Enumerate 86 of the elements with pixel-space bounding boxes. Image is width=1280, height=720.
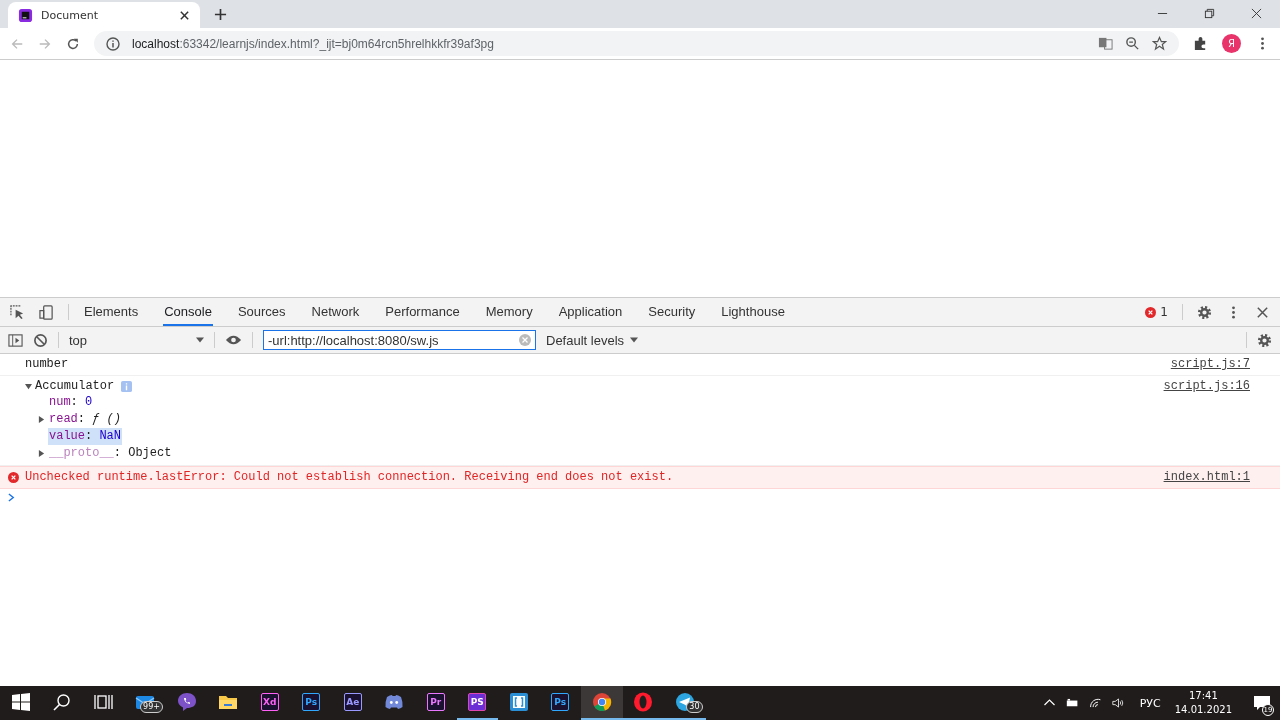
- tab-title: Document: [41, 8, 99, 22]
- levels-dropdown[interactable]: Default levels: [546, 332, 639, 348]
- bracket-icon: [508, 692, 529, 712]
- disclosure-triangle-icon[interactable]: [38, 450, 45, 457]
- clear-icon[interactable]: [33, 332, 48, 348]
- devtools-tab[interactable]: Network: [310, 298, 361, 326]
- object-property[interactable]: read: ƒ (): [48, 411, 123, 428]
- devtools-tab[interactable]: Sources: [236, 298, 287, 326]
- filter-field[interactable]: -url:http://localhost:8080/sw.js: [263, 330, 536, 350]
- devtools-tab[interactable]: Lighthouse: [720, 298, 786, 326]
- app-logo: Ps: [302, 693, 321, 711]
- settings-icon[interactable]: [1197, 304, 1212, 320]
- close-icon[interactable]: [1255, 304, 1270, 320]
- new-tab-icon[interactable]: [214, 8, 227, 21]
- taskbar-button[interactable]: Ps: [539, 686, 581, 720]
- sidebar-icon[interactable]: [8, 332, 23, 348]
- prompt-icon[interactable]: [8, 493, 15, 502]
- object-property[interactable]: num: 0: [48, 394, 94, 411]
- clear-input-icon[interactable]: [518, 333, 532, 347]
- task-view-icon: [93, 692, 114, 712]
- devtools-tab[interactable]: Security: [647, 298, 697, 326]
- close-icon[interactable]: [179, 9, 190, 21]
- info-badge-icon: [121, 381, 133, 392]
- taskbar-button[interactable]: Ae: [332, 686, 374, 720]
- app-logo: PS: [468, 693, 487, 711]
- taskbar-button[interactable]: PS: [456, 686, 498, 720]
- battery-icon[interactable]: [1065, 697, 1079, 709]
- phone-bubble-icon: [176, 692, 197, 712]
- wifi-icon[interactable]: [1088, 697, 1102, 709]
- source-link[interactable]: script.js:7: [1170, 357, 1250, 372]
- settings-icon[interactable]: [1257, 332, 1272, 348]
- taskbar-button[interactable]: [581, 686, 623, 720]
- chrome-logo-icon: [591, 692, 612, 712]
- devtools-tab[interactable]: Application: [557, 298, 624, 326]
- disclosure-triangle-icon[interactable]: [25, 383, 32, 390]
- app-icon: [18, 7, 33, 23]
- close-icon[interactable]: [1251, 8, 1262, 19]
- browser-tab[interactable]: Document: [8, 2, 200, 28]
- app-logo: Xd: [260, 693, 279, 711]
- taskbar-button[interactable]: Xd: [249, 686, 291, 720]
- language-indicator[interactable]: РУС: [1139, 696, 1161, 710]
- zoom-out-icon[interactable]: [1125, 36, 1140, 51]
- app-logo: Ps: [551, 693, 570, 711]
- reload-icon[interactable]: [66, 36, 80, 51]
- windows-logo-icon: [10, 692, 31, 712]
- count-badge: 99+: [140, 701, 163, 713]
- devtools-tab[interactable]: Memory: [484, 298, 534, 326]
- puzzle-icon[interactable]: [1193, 36, 1208, 51]
- star-icon[interactable]: [1152, 36, 1167, 51]
- error-count[interactable]: 1: [1145, 305, 1168, 319]
- translate-icon[interactable]: [1098, 36, 1113, 51]
- error-message: Unchecked runtime.lastError: Could not establish connection. Receiving end does not exist.: [25, 470, 675, 485]
- profile-avatar[interactable]: Я: [1222, 34, 1241, 53]
- error-icon: [1145, 306, 1157, 318]
- taskbar-button[interactable]: 99+: [124, 686, 166, 720]
- ring-logo-icon: [633, 692, 654, 712]
- search-icon: [52, 692, 73, 712]
- context-dropdown[interactable]: top: [69, 332, 204, 348]
- source-link[interactable]: script.js:16: [1163, 379, 1250, 394]
- taskbar-button[interactable]: Ps: [290, 686, 332, 720]
- disclosure-triangle-icon[interactable]: [38, 416, 45, 423]
- log-message: number: [25, 357, 70, 372]
- taskbar-button[interactable]: Pr: [415, 686, 457, 720]
- clock[interactable]: 17:41 14.01.2021: [1174, 686, 1232, 720]
- error-icon: [8, 472, 19, 483]
- speaker-icon[interactable]: [1111, 697, 1125, 709]
- address-bar[interactable]: localhost:63342/learnjs/index.html?_ijt=bj0m64rcn5hrelhkkfr39af3pg: [94, 31, 1179, 56]
- count-badge: 30: [686, 701, 703, 713]
- caret-icon: [630, 337, 639, 343]
- devtools-tab[interactable]: Elements: [83, 298, 140, 326]
- source-link[interactable]: index.html:1: [1163, 470, 1250, 485]
- controller-icon: [384, 692, 405, 712]
- info-icon: [106, 36, 120, 51]
- eye-icon[interactable]: [225, 334, 242, 346]
- app-logo: Ae: [343, 693, 362, 711]
- devtools-tab[interactable]: Performance: [384, 298, 461, 326]
- message-icon: [1252, 693, 1272, 713]
- caret-icon: [196, 337, 204, 343]
- restore-icon[interactable]: [1204, 8, 1215, 19]
- inspect-icon[interactable]: [10, 304, 25, 320]
- device-icon[interactable]: [39, 304, 54, 320]
- object-property[interactable]: __proto__: Object: [48, 445, 173, 462]
- taskbar-button[interactable]: 30: [664, 686, 706, 720]
- app-logo: Pr: [426, 693, 445, 711]
- object-name[interactable]: Accumulator: [35, 379, 115, 394]
- object-property[interactable]: value: NaN: [48, 428, 123, 445]
